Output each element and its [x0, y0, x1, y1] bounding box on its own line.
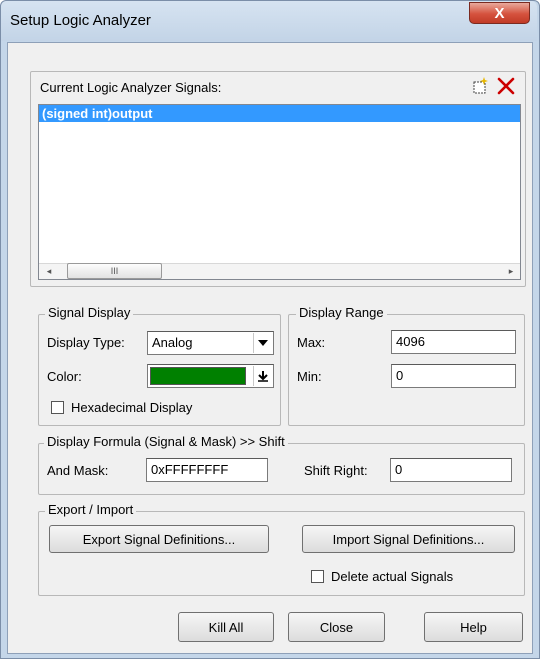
scroll-thumb[interactable]: III	[67, 263, 162, 279]
help-button[interactable]: Help	[424, 612, 523, 642]
min-label: Min:	[297, 369, 322, 384]
export-import-legend: Export / Import	[45, 502, 137, 517]
and-mask-label: And Mask:	[47, 463, 109, 478]
signal-display-legend: Signal Display	[45, 305, 134, 320]
min-input[interactable]: 0	[391, 364, 516, 388]
window-title: Setup Logic Analyzer	[10, 12, 151, 29]
signals-listbox[interactable]: (signed int)output	[38, 104, 521, 280]
color-dropdown-button[interactable]	[253, 366, 272, 386]
scroll-right-arrow-icon[interactable]: ▸	[504, 263, 518, 279]
close-button[interactable]: Close	[288, 612, 385, 642]
close-window-button[interactable]: X	[469, 2, 530, 24]
max-input[interactable]: 4096	[391, 330, 516, 354]
color-swatch	[150, 367, 246, 385]
arrow-down-icon	[258, 370, 268, 382]
delete-signal-button[interactable]	[495, 76, 517, 96]
export-signal-definitions-button[interactable]: Export Signal Definitions...	[49, 525, 269, 553]
max-label: Max:	[297, 335, 326, 350]
shift-right-input[interactable]: 0	[390, 458, 512, 482]
shift-right-label: Shift Right:	[304, 463, 368, 478]
scroll-left-arrow-icon[interactable]: ◂	[42, 263, 56, 279]
signals-header: Current Logic Analyzer Signals:	[40, 80, 222, 95]
close-icon: X	[494, 4, 505, 22]
display-formula-legend: Display Formula (Signal & Mask) >> Shift	[44, 434, 288, 449]
new-signal-button[interactable]	[470, 76, 490, 96]
hexadecimal-label: Hexadecimal Display	[71, 400, 193, 415]
delete-signals-label: Delete actual Signals	[331, 569, 454, 584]
signal-list-item[interactable]: (signed int)output	[39, 105, 520, 122]
delete-signals-checkbox[interactable]	[311, 570, 324, 583]
display-type-label: Display Type:	[47, 335, 125, 350]
import-signal-definitions-button[interactable]: Import Signal Definitions...	[302, 525, 515, 553]
delete-x-icon	[497, 77, 515, 95]
and-mask-input[interactable]: 0xFFFFFFFF	[146, 458, 268, 482]
chevron-down-icon	[258, 340, 268, 346]
hexadecimal-checkbox[interactable]	[51, 401, 64, 414]
color-label: Color:	[47, 369, 82, 384]
kill-all-button[interactable]: Kill All	[178, 612, 274, 642]
new-signal-icon	[473, 77, 488, 94]
display-type-dropdown-button[interactable]	[253, 333, 272, 353]
display-range-legend: Display Range	[296, 305, 387, 320]
